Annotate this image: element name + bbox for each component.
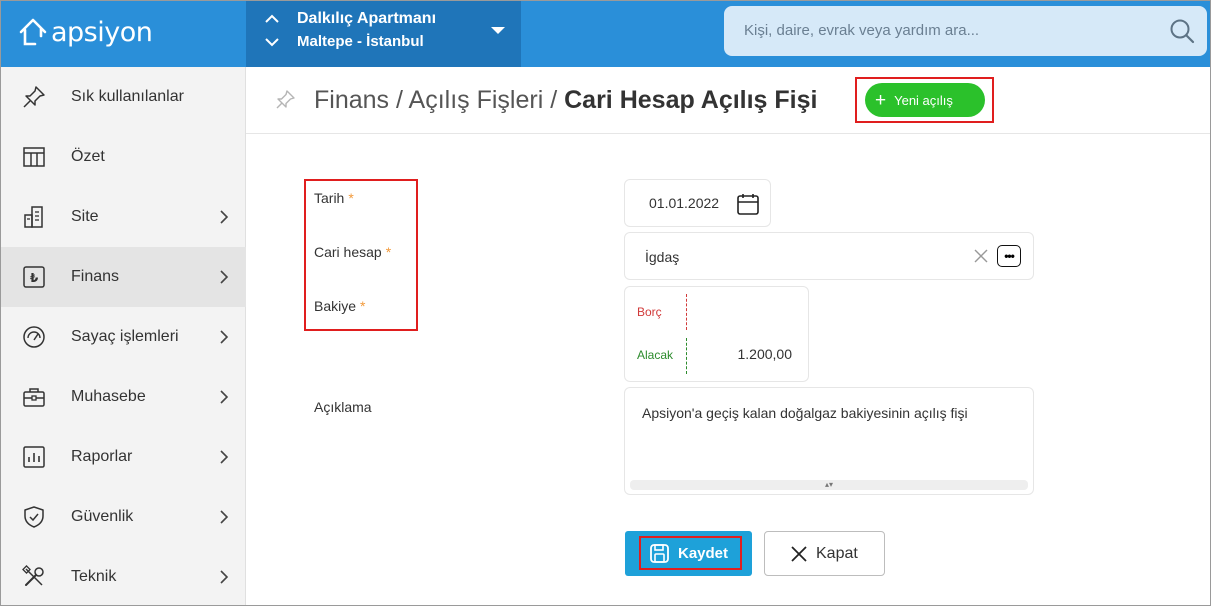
description-value: Apsiyon'a geçiş kalan doğalgaz bakiyesin… <box>642 405 968 421</box>
site-switcher[interactable]: Dalkılıç Apartmanı Maltepe - İstanbul <box>246 1 521 67</box>
logo-text: apsiyon <box>51 16 153 48</box>
breadcrumb-finance[interactable]: Finans <box>314 86 389 114</box>
chevron-down-icon[interactable] <box>264 34 280 50</box>
plus-icon: + <box>875 89 887 111</box>
new-opening-label: Yeni açılış <box>894 92 953 108</box>
description-label: Açıklama <box>314 399 372 415</box>
top-bar: apsiyon Dalkılıç Apartmanı Maltepe - İst… <box>1 1 1210 67</box>
search-placeholder: Kişi, daire, evrak veya yardım ara... <box>744 22 980 39</box>
sidebar-item-label: Finans <box>71 268 120 285</box>
balance-field: Borç Alacak 1.200,00 <box>624 286 809 382</box>
breadcrumb-separator: / <box>396 86 403 114</box>
account-field[interactable]: İgdaş ••• <box>624 232 1034 280</box>
credit-label: Alacak <box>637 348 674 362</box>
sidebar-item-meter[interactable]: Sayaç işlemleri <box>1 307 246 367</box>
date-field[interactable]: 01.01.2022 <box>624 179 771 227</box>
site-name: Dalkılıç Apartmanı <box>297 10 437 27</box>
building-icon <box>21 204 47 230</box>
sidebar-item-label: Muhasebe <box>71 388 146 405</box>
required-mark: * <box>385 244 392 260</box>
debit-label: Borç <box>637 305 662 319</box>
pin-icon <box>21 84 47 110</box>
required-mark: * <box>360 298 366 314</box>
close-label: Kapat <box>816 544 858 562</box>
tools-icon <box>21 564 47 590</box>
clear-icon[interactable] <box>973 248 989 264</box>
calendar-icon[interactable] <box>736 192 760 216</box>
chevron-right-icon <box>220 390 229 404</box>
chevron-right-icon <box>220 450 229 464</box>
chevron-right-icon <box>220 330 229 344</box>
search-input[interactable]: Kişi, daire, evrak veya yardım ara... <box>724 6 1207 56</box>
date-value: 01.01.2022 <box>649 195 720 211</box>
account-label-text: Cari hesap <box>314 244 382 260</box>
sidebar-item-favorites[interactable]: Sık kullanılanlar <box>1 67 246 127</box>
date-label-text: Tarih <box>314 190 345 206</box>
sidebar-item-reports[interactable]: Raporlar <box>1 427 246 487</box>
sidebar-item-accounting[interactable]: Muhasebe <box>1 367 246 427</box>
save-button-highlight[interactable]: Kaydet <box>639 536 742 570</box>
close-button[interactable]: Kapat <box>764 531 885 576</box>
sidebar-item-security[interactable]: Güvenlik <box>1 487 246 547</box>
sidebar-item-label: Sayaç işlemleri <box>71 328 179 345</box>
lira-icon: ₺ <box>21 264 47 290</box>
date-label: Tarih * <box>314 190 354 206</box>
description-textarea[interactable]: Apsiyon'a geçiş kalan doğalgaz bakiyesin… <box>624 387 1034 495</box>
account-value: İgdaş <box>645 249 680 265</box>
site-location: Maltepe - İstanbul <box>297 33 424 50</box>
app-window: apsiyon Dalkılıç Apartmanı Maltepe - İst… <box>0 0 1211 606</box>
new-opening-button[interactable]: + Yeni açılış <box>865 83 985 117</box>
chart-icon <box>21 444 47 470</box>
balance-label-text: Bakiye <box>314 298 357 314</box>
breadcrumb-separator: / <box>550 86 558 114</box>
sidebar-item-label: Özet <box>71 148 105 165</box>
resize-arrows-icon: ▴▾ <box>824 480 834 489</box>
page-header: Finans / Açılış Fişleri / Cari Hesap Açı… <box>246 67 1210 134</box>
sidebar-item-label: Site <box>71 208 99 225</box>
breadcrumb-opening-slips[interactable]: Açılış Fişleri <box>409 86 544 114</box>
sidebar-item-finance[interactable]: ₺ Finans <box>1 247 246 307</box>
sidebar-item-label: Sık kullanılanlar <box>71 88 184 105</box>
chevron-right-icon <box>220 510 229 524</box>
chevron-right-icon <box>220 210 229 224</box>
chevron-right-icon <box>220 270 229 284</box>
logo[interactable]: apsiyon <box>17 14 153 50</box>
shield-icon <box>21 504 47 530</box>
sidebar-item-label: Teknik <box>71 568 117 585</box>
page-title: Cari Hesap Açılış Fişi <box>564 86 818 114</box>
balance-label: Bakiye * <box>314 298 365 314</box>
credit-divider <box>686 338 687 374</box>
pin-favorite-icon[interactable] <box>274 89 296 111</box>
house-logo-icon <box>19 18 47 46</box>
sidebar-item-summary[interactable]: Özet <box>1 127 246 187</box>
close-icon <box>791 545 807 562</box>
sidebar-item-site[interactable]: Site <box>1 187 246 247</box>
credit-amount-input[interactable]: 1.200,00 <box>738 346 793 362</box>
resize-handle[interactable]: ▴▾ <box>630 480 1028 490</box>
floppy-disk-icon <box>650 543 669 563</box>
table-icon <box>21 144 47 170</box>
chevron-right-icon <box>220 570 229 584</box>
svg-text:₺: ₺ <box>30 271 39 285</box>
dropdown-caret-icon[interactable] <box>491 27 505 34</box>
chevron-up-icon[interactable] <box>264 11 280 27</box>
sidebar-item-technical[interactable]: Teknik <box>1 547 246 605</box>
search-icon[interactable] <box>1169 18 1195 44</box>
required-mark: * <box>348 190 354 206</box>
breadcrumb: Finans / Açılış Fişleri / Cari Hesap Açı… <box>314 86 817 115</box>
more-options-icon[interactable]: ••• <box>997 245 1021 267</box>
gauge-icon <box>21 324 47 350</box>
save-label: Kaydet <box>678 544 729 562</box>
briefcase-icon <box>21 384 47 410</box>
sidebar-item-label: Güvenlik <box>71 508 134 525</box>
debit-divider <box>686 294 687 330</box>
sidebar: Sık kullanılanlar Özet Site ₺ Finans Say… <box>1 67 246 605</box>
sidebar-item-label: Raporlar <box>71 448 133 465</box>
account-label: Cari hesap * <box>314 244 391 260</box>
